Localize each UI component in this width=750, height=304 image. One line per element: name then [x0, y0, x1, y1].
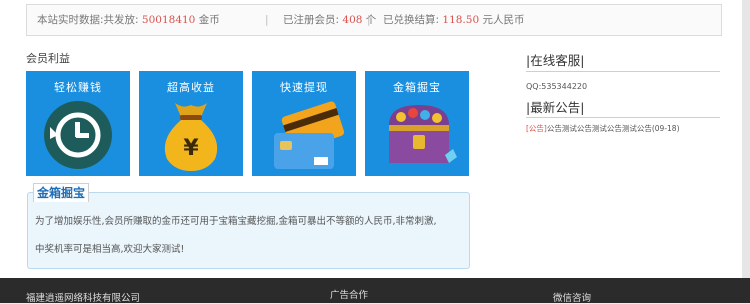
- benefits-title: 会员利益: [26, 52, 70, 65]
- stats-settled: 已兑换结算: 118.50 元人民币: [383, 5, 524, 35]
- tile-easy-money[interactable]: 轻松赚钱: [26, 71, 130, 176]
- info-box-title: 金箱掘宝: [33, 183, 90, 202]
- clock-icon: [44, 101, 112, 169]
- issued-value: 50018410: [141, 14, 196, 26]
- tile-fast-withdraw[interactable]: 快速提现: [252, 71, 356, 176]
- settled-label: 已兑换结算:: [383, 14, 440, 26]
- tile-high-returns[interactable]: 超高收益 ¥: [139, 71, 243, 176]
- page: 本站实时数据:共发放: 50018410 金币 | 已注册会员: 408 个 |…: [0, 0, 742, 278]
- scrollbar[interactable]: [742, 0, 750, 278]
- notice-text: 公告测试公告测试公告测试公告(09-18): [546, 124, 680, 133]
- members-label: 已注册会员:: [283, 14, 340, 26]
- svg-text:¥: ¥: [183, 136, 199, 161]
- money-bag-icon: ¥: [164, 103, 218, 171]
- stats-separator: |: [265, 14, 269, 26]
- footer-ads-link[interactable]: 广告合作: [330, 287, 368, 301]
- settled-unit: 元人民币: [482, 14, 525, 26]
- tile-label: 快速提现: [280, 81, 328, 94]
- members-value: 408: [342, 14, 363, 26]
- settled-value: 118.50: [442, 14, 480, 26]
- divider: [526, 117, 720, 118]
- latest-notice-title: |最新公告|: [526, 100, 585, 115]
- footer-company: 福建逍遥网络科技有限公司: [26, 293, 141, 304]
- tile-label: 金箱掘宝: [393, 81, 441, 94]
- stats-issued: 本站实时数据:共发放: 50018410 金币: [37, 5, 220, 35]
- notice-item[interactable]: [公告]公告测试公告测试公告测试公告(09-18): [526, 123, 680, 134]
- online-service-title: |在线客服|: [526, 53, 585, 68]
- gold-chest-info-box: 为了增加娱乐性,会员所赚取的金币还可用于宝箱宝藏挖掘,金箱可暴出不等额的人民币,…: [27, 192, 470, 269]
- divider: [526, 71, 720, 72]
- treasure-chest-icon: [389, 105, 457, 163]
- tile-gold-chest[interactable]: 金箱掘宝: [365, 71, 469, 176]
- footer: 福建逍遥网络科技有限公司 广告合作 微信咨询: [0, 278, 750, 304]
- info-line-1: 为了增加娱乐性,会员所赚取的金币还可用于宝箱宝藏挖掘,金箱可暴出不等额的人民币,…: [35, 216, 437, 227]
- stats-separator: |: [367, 14, 371, 26]
- tile-label: 超高收益: [167, 81, 215, 94]
- qq-contact[interactable]: QQ:535344220: [526, 82, 587, 91]
- footer-wechat-link[interactable]: 微信咨询: [553, 290, 591, 304]
- tile-label: 轻松赚钱: [54, 81, 102, 94]
- issued-label: 本站实时数据:共发放:: [37, 14, 139, 26]
- stats-members: 已注册会员: 408 个: [283, 5, 376, 35]
- site-stats-bar: 本站实时数据:共发放: 50018410 金币 | 已注册会员: 408 个 |…: [26, 4, 722, 36]
- notice-tag: [公告]: [526, 124, 547, 133]
- credit-card-icon: [274, 101, 345, 169]
- info-line-2: 中奖机率可是相当高,欢迎大家测试!: [35, 244, 185, 255]
- issued-unit: 金币: [198, 14, 220, 26]
